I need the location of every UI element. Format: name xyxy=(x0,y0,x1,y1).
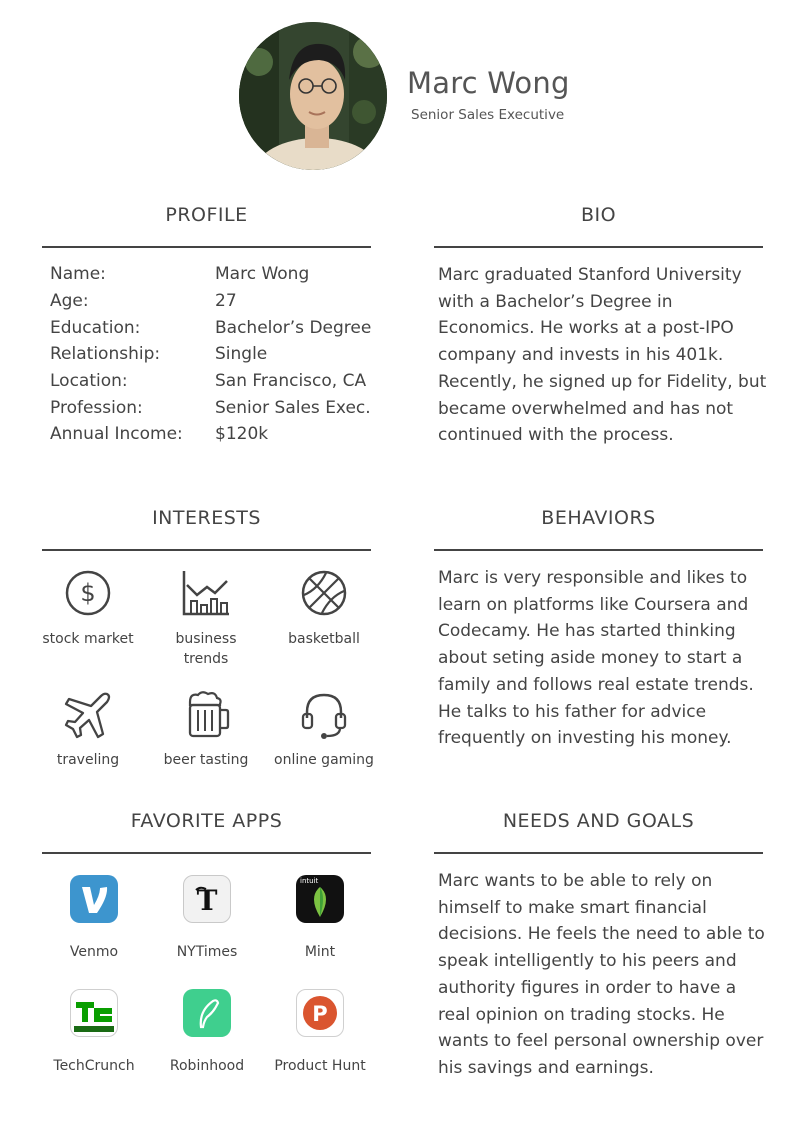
app-product-hunt[interactable]: P Product Hunt xyxy=(265,989,375,1074)
profile-row-education: Education: Bachelor’s Degree xyxy=(50,318,380,345)
profile-row-location: Location: San Francisco, CA xyxy=(50,371,380,398)
needs-text: Marc wants to be able to rely on himself… xyxy=(438,871,765,1078)
profile-label: Profession: xyxy=(50,398,143,418)
profile-label: Location: xyxy=(50,371,128,391)
profile-value: Bachelor’s Degree xyxy=(215,318,372,338)
svg-text:P: P xyxy=(312,1002,327,1026)
app-label: Product Hunt xyxy=(274,1058,366,1074)
mint-icon: intuit xyxy=(296,875,344,923)
interest-label: traveling xyxy=(56,752,120,768)
persona-title: Senior Sales Executive xyxy=(411,107,565,123)
interest-stock-market: $ stock market xyxy=(33,569,143,649)
app-label: Mint xyxy=(304,944,336,960)
headset-icon xyxy=(301,693,347,739)
venmo-icon xyxy=(70,875,118,923)
interest-label: stock market xyxy=(42,631,134,647)
behaviors-text: Marc is very responsible and likes to le… xyxy=(438,568,754,749)
profile-row-income: Annual Income: $120k xyxy=(50,424,380,451)
app-techcrunch[interactable]: TechCrunch xyxy=(39,989,149,1074)
dollar-circle-icon: $ xyxy=(65,570,111,616)
interests-heading: INTERESTS xyxy=(152,507,261,529)
profile-label: Relationship: xyxy=(50,344,161,364)
needs-divider xyxy=(434,852,763,854)
profile-value: $120k xyxy=(215,424,269,444)
app-label: TechCrunch xyxy=(53,1058,135,1074)
techcrunch-icon xyxy=(70,989,118,1037)
bar-chart-icon xyxy=(182,571,229,616)
interest-business-trends: business trends xyxy=(151,569,261,669)
mint-badge: intuit xyxy=(300,877,319,885)
profile-photo-image xyxy=(239,22,387,170)
app-label: Venmo xyxy=(69,944,119,960)
interests-divider xyxy=(42,549,371,551)
persona-name: Marc Wong xyxy=(407,66,570,100)
profile-label: Education: xyxy=(50,318,141,338)
profile-row-profession: Profession: Senior Sales Exec. xyxy=(50,398,380,425)
profile-row-relationship: Relationship: Single xyxy=(50,344,380,371)
interest-label: basketball xyxy=(288,631,360,647)
app-mint[interactable]: intuit Mint xyxy=(265,875,375,960)
profile-row-name: Name: Marc Wong xyxy=(50,264,380,291)
interest-label: beer tasting xyxy=(163,752,249,768)
beer-mug-icon xyxy=(188,691,230,738)
app-label: NYTimes xyxy=(176,944,238,960)
behaviors-heading: BEHAVIORS xyxy=(541,507,656,529)
interest-traveling: traveling xyxy=(33,690,143,770)
apps-heading: FAVORITE APPS xyxy=(130,810,283,832)
profile-photo xyxy=(239,22,387,170)
app-venmo[interactable]: Venmo xyxy=(39,875,149,960)
airplane-icon xyxy=(64,692,111,739)
app-robinhood[interactable]: Robinhood xyxy=(152,989,262,1074)
profile-value: San Francisco, CA xyxy=(215,371,367,391)
profile-label: Annual Income: xyxy=(50,424,183,444)
profile-value: Marc Wong xyxy=(215,264,310,284)
svg-text:$: $ xyxy=(80,579,95,607)
svg-text:T: T xyxy=(197,884,218,917)
apps-divider xyxy=(42,852,371,854)
interest-label: business trends xyxy=(175,631,237,667)
robinhood-icon xyxy=(183,989,231,1037)
bio-heading: BIO xyxy=(580,204,617,226)
needs-heading: NEEDS AND GOALS xyxy=(502,810,695,832)
profile-label: Age: xyxy=(50,291,89,311)
app-nytimes[interactable]: T NYTimes xyxy=(152,875,262,960)
profile-label: Name: xyxy=(50,264,106,284)
profile-heading: PROFILE xyxy=(165,204,248,226)
profile-value: Senior Sales Exec. xyxy=(215,398,371,418)
bio-divider xyxy=(434,246,763,248)
profile-value: 27 xyxy=(215,291,237,311)
profile-value: Single xyxy=(215,344,268,364)
profile-row-age: Age: 27 xyxy=(50,291,380,318)
interest-beer-tasting: beer tasting xyxy=(151,690,261,770)
profile-divider xyxy=(42,246,371,248)
app-label: Robinhood xyxy=(169,1058,245,1074)
nytimes-icon: T xyxy=(183,875,231,923)
behaviors-divider xyxy=(434,549,763,551)
bio-text: Marc graduated Stanford University with … xyxy=(438,265,767,446)
basketball-icon xyxy=(301,570,347,616)
interest-label: online gaming xyxy=(274,752,374,768)
product-hunt-icon: P xyxy=(296,989,344,1037)
interest-online-gaming: online gaming xyxy=(269,690,379,770)
interest-basketball: basketball xyxy=(269,569,379,649)
